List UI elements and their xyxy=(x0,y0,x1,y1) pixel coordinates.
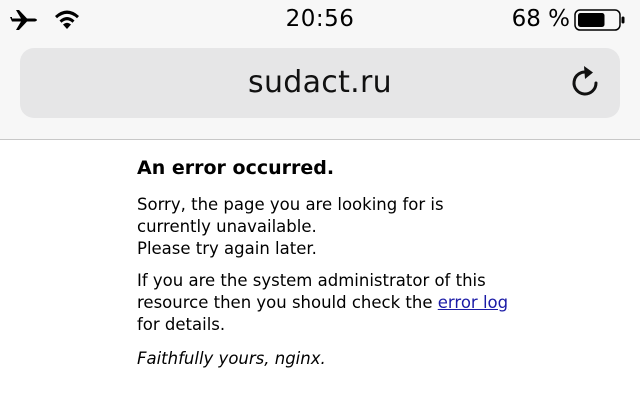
address-bar[interactable]: sudact.ru xyxy=(20,48,620,118)
retry-text: Please try again later. xyxy=(137,239,317,258)
error-log-link[interactable]: error log xyxy=(438,293,508,312)
error-heading: An error occurred. xyxy=(137,157,335,179)
battery-icon xyxy=(574,9,625,31)
reload-icon[interactable] xyxy=(566,64,604,102)
nginx-signature: Faithfully yours, nginx. xyxy=(137,349,326,368)
admin-message: If you are the system administrator of t… xyxy=(137,270,517,336)
admin-suffix: for details. xyxy=(137,315,226,334)
status-bar: 20:56 68 % xyxy=(0,0,640,40)
unavailable-text: Sorry, the page you are looking for is c… xyxy=(137,195,444,236)
error-page: An error occurred. Sorry, the page you a… xyxy=(137,154,517,370)
browser-toolbar: sudact.ru xyxy=(0,40,640,140)
admin-text: If you are the system administrator of t… xyxy=(137,271,486,312)
battery-percent: 68 % xyxy=(511,6,570,32)
url-text[interactable]: sudact.ru xyxy=(20,65,620,100)
unavailable-message: Sorry, the page you are looking for is c… xyxy=(137,194,517,260)
